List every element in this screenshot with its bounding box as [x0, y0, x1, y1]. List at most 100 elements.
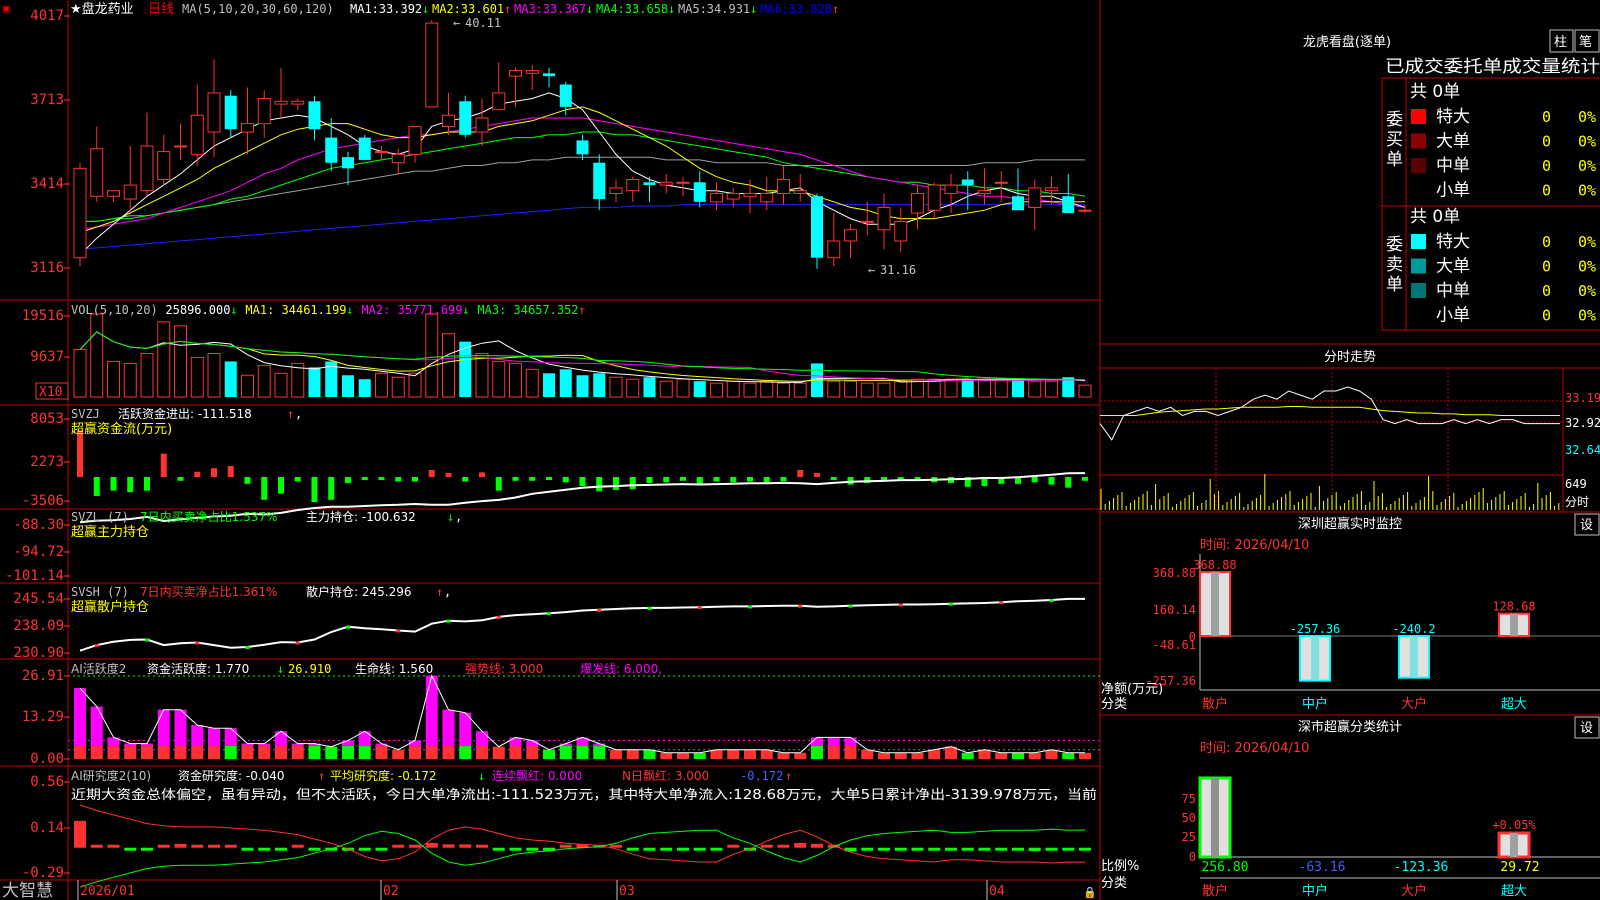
buy-swatch: [1411, 109, 1426, 124]
candle-body: [944, 184, 958, 194]
ai1-base-bar: [1028, 752, 1041, 759]
buy-row-label: 大单: [1436, 132, 1470, 152]
volume-bar: [1012, 379, 1024, 397]
candle-body: [140, 145, 154, 192]
candle-body: [743, 192, 757, 197]
monitor-set-button: 设: [1580, 518, 1593, 533]
sell-row-count: 0: [1542, 258, 1551, 276]
svzj-bar: [278, 477, 284, 494]
ai2-bar: [425, 842, 438, 848]
ai1-top-bar: [342, 740, 354, 747]
svzl-title: SVZL (7): [71, 510, 129, 524]
svsh-text2: 散户持仓: 245.296: [306, 584, 411, 599]
ai2-bar: [308, 847, 321, 851]
ai2-bar: [492, 847, 505, 851]
volume-bar: [257, 364, 271, 398]
ai1-title: AI活跃度2: [71, 661, 126, 676]
volume-bar: [626, 378, 640, 398]
candle-body: [107, 190, 120, 197]
volume-bar: [710, 382, 723, 398]
volume-bar: [827, 380, 841, 398]
candle-body: [693, 182, 706, 202]
svzl-tick-label: -101.14: [5, 568, 64, 584]
ai2-a2: ↓: [478, 769, 485, 783]
volume-panel: VOL(5,10,20) 25896.000 ↓ MA1: 34461.199 ↓ MA2…: [71, 303, 1092, 398]
monitor-time: 时间: 2026/04/10: [1200, 538, 1309, 553]
volume-bar: [593, 373, 606, 397]
monitor-category-label: 散户: [1202, 696, 1228, 712]
ai1-t5: 爆发线: 6.000,: [580, 661, 662, 676]
period-label[interactable]: 日线: [148, 2, 174, 17]
svzj-tick-label: -3506: [22, 493, 64, 509]
high-marker: 40.11: [465, 16, 501, 30]
ai1-base-bar: [459, 746, 472, 759]
ai2-bar: [760, 844, 773, 848]
stats-bar-shade: [1510, 833, 1518, 857]
svzj-bar: [696, 477, 703, 484]
ai2-bar: [693, 847, 706, 851]
ai1-top-bar: [275, 731, 287, 747]
ai2-bar: [358, 847, 371, 851]
ai2-t1: 资金研究度: -0.040: [178, 768, 285, 783]
svsh-tick: [245, 645, 250, 649]
buy-total: 共 0单: [1410, 82, 1460, 102]
brand-label: 大智慧: [2, 881, 53, 900]
stats-pct-label: 比例%: [1101, 859, 1139, 874]
ai1-base-bar: [978, 749, 991, 759]
svzj-bar: [512, 477, 519, 481]
ai1-base-bar: [811, 746, 823, 759]
ai2-t3: 连续飘红: 0.000: [492, 768, 582, 783]
ai1-base-bar: [1045, 749, 1058, 759]
svsh-tick: [496, 615, 501, 619]
monitor-category-label: 超大: [1501, 697, 1527, 712]
ai1-base-bar: [375, 746, 388, 759]
volume-bar: [576, 375, 589, 397]
volume-bar: [543, 373, 555, 397]
vol-header-ma2_arrow: ↓: [462, 303, 469, 317]
volume-bar: [994, 378, 1008, 398]
ai2-bar: [224, 844, 237, 848]
candle-body: [525, 70, 539, 74]
stats-axis-label: 50: [1182, 811, 1196, 825]
sell-label-char: 卖: [1386, 255, 1403, 275]
ai1-top-bar: [476, 731, 488, 747]
svzj-title: SVZJ: [71, 407, 100, 421]
sell-swatch: [1411, 283, 1426, 298]
monitor-category-label: 中户: [1302, 696, 1328, 712]
ai1-base-bar: [526, 746, 539, 759]
monitor-value: -240.2: [1392, 622, 1435, 636]
svzj-bar: [479, 472, 485, 477]
ma-arrow-3: ↓: [586, 2, 593, 16]
sell-row-label: 小单: [1436, 306, 1470, 326]
ai1-base-bar: [643, 749, 656, 759]
ai1-base-bar: [325, 746, 338, 759]
volume-bar: [743, 382, 757, 398]
ai1-base-bar: [224, 746, 237, 759]
svzj-bar: [395, 477, 402, 482]
svsh-tick: [748, 605, 752, 609]
svzl-tick-label: -94.72: [13, 544, 64, 560]
ts-axis-label: 32.92: [1565, 416, 1600, 430]
svzj-bar: [445, 472, 452, 477]
buy-row-pct: 0%: [1578, 133, 1596, 151]
candle-body: [274, 100, 288, 105]
svzj-bar: [680, 477, 686, 481]
candle-body: [425, 22, 439, 108]
ai1-top-bar: [827, 737, 840, 747]
ai2-bar: [258, 847, 271, 851]
volume-bar: [391, 376, 405, 398]
ai1-panel: AI活跃度2 资金活跃度: 1.770 ↓ 26.910 生命线: 1.560 强势线: …: [68, 661, 1100, 759]
ai1-base-bar: [727, 749, 740, 759]
ts-axis-label: 32.64: [1565, 443, 1600, 457]
svzj-arrow: ↑: [287, 407, 294, 421]
ai1-base-bar: [911, 752, 924, 759]
menu-icon[interactable]: ▣: [3, 2, 10, 15]
candle-body: [659, 181, 673, 186]
monitor-value: -257.36: [1290, 622, 1341, 636]
candle-body: [224, 95, 237, 130]
ai2-bar: [90, 844, 103, 848]
ai1-t3: 生命线: 1.560: [355, 661, 433, 676]
candle-body: [408, 125, 422, 155]
svsh-tick-label: 230.90: [13, 645, 64, 661]
svsh-tick: [949, 602, 953, 606]
